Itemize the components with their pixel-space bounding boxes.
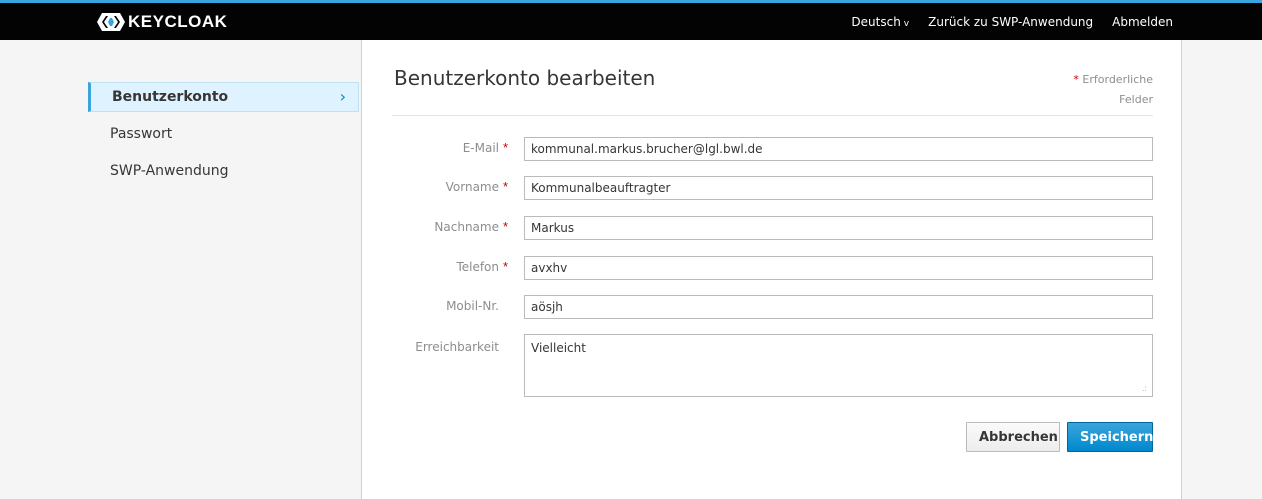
- firstname-field[interactable]: [524, 176, 1153, 200]
- availability-textarea[interactable]: Vielleicht: [524, 334, 1153, 397]
- required-note-line1: Erforderliche: [1082, 73, 1153, 86]
- chevron-right-icon: ›: [339, 87, 346, 106]
- sidebar-item-label: Benutzerkonto: [112, 89, 229, 105]
- lastname-label: Nachname: [434, 220, 499, 234]
- keycloak-logo: KEYCLOAK: [96, 10, 227, 34]
- page-title: Benutzerkonto bearbeiten: [394, 66, 656, 90]
- sidebar-item-label: Passwort: [110, 126, 173, 142]
- mobile-label: Mobil-Nr.: [446, 299, 499, 313]
- lastname-field[interactable]: [524, 216, 1153, 240]
- title-divider: [392, 115, 1153, 116]
- header-nav: Deutsch v Zurück zu SWP-Anwendung Abmelde…: [832, 3, 1173, 40]
- phone-label: Telefon: [456, 260, 499, 274]
- back-to-app-link[interactable]: Zurück zu SWP-Anwendung: [928, 15, 1093, 29]
- save-button[interactable]: Speichern: [1067, 422, 1153, 452]
- required-star: *: [503, 259, 509, 274]
- availability-row: Erreichbarkeit Vielleicht .:: [362, 334, 1183, 397]
- mobile-field[interactable]: [524, 295, 1153, 319]
- chevron-down-icon: v: [903, 18, 910, 29]
- email-row: E-Mail *: [362, 137, 1183, 161]
- firstname-row: Vorname *: [362, 176, 1183, 200]
- language-label: Deutsch: [851, 14, 901, 29]
- availability-label: Erreichbarkeit: [415, 340, 499, 354]
- firstname-label: Vorname: [445, 180, 499, 194]
- lastname-row: Nachname *: [362, 216, 1183, 240]
- keycloak-logo-icon: [97, 13, 125, 31]
- logo-text: KEYCLOAK: [128, 12, 228, 31]
- language-dropdown[interactable]: Deutsch v: [851, 15, 909, 29]
- phone-field[interactable]: [524, 256, 1153, 280]
- sidebar-item-application[interactable]: SWP-Anwendung: [88, 156, 361, 186]
- top-header: KEYCLOAK Deutsch v Zurück zu SWP-Anwendun…: [0, 0, 1262, 40]
- required-note-line2: Felder: [1119, 93, 1153, 106]
- mobile-row: Mobil-Nr.: [362, 295, 1183, 319]
- required-star: *: [1073, 73, 1079, 86]
- required-star: *: [503, 140, 509, 155]
- sidebar-item-password[interactable]: Passwort: [88, 119, 361, 149]
- email-field[interactable]: [524, 137, 1153, 161]
- email-label: E-Mail: [462, 141, 499, 155]
- required-star: *: [503, 179, 509, 194]
- cancel-button[interactable]: Abbrechen: [966, 422, 1060, 452]
- required-star: *: [503, 219, 509, 234]
- resize-handle-icon[interactable]: .:: [1142, 384, 1146, 393]
- sidebar-item-account[interactable]: Benutzerkonto ›: [88, 82, 359, 112]
- required-fields-note: * Erforderliche Felder: [1073, 70, 1153, 110]
- sidebar-item-label: SWP-Anwendung: [110, 163, 229, 179]
- phone-row: Telefon *: [362, 256, 1183, 280]
- sidebar: Benutzerkonto › Passwort SWP-Anwendung: [88, 82, 361, 193]
- logout-link[interactable]: Abmelden: [1112, 15, 1173, 29]
- content-panel: Benutzerkonto bearbeiten * Erforderliche…: [361, 40, 1182, 499]
